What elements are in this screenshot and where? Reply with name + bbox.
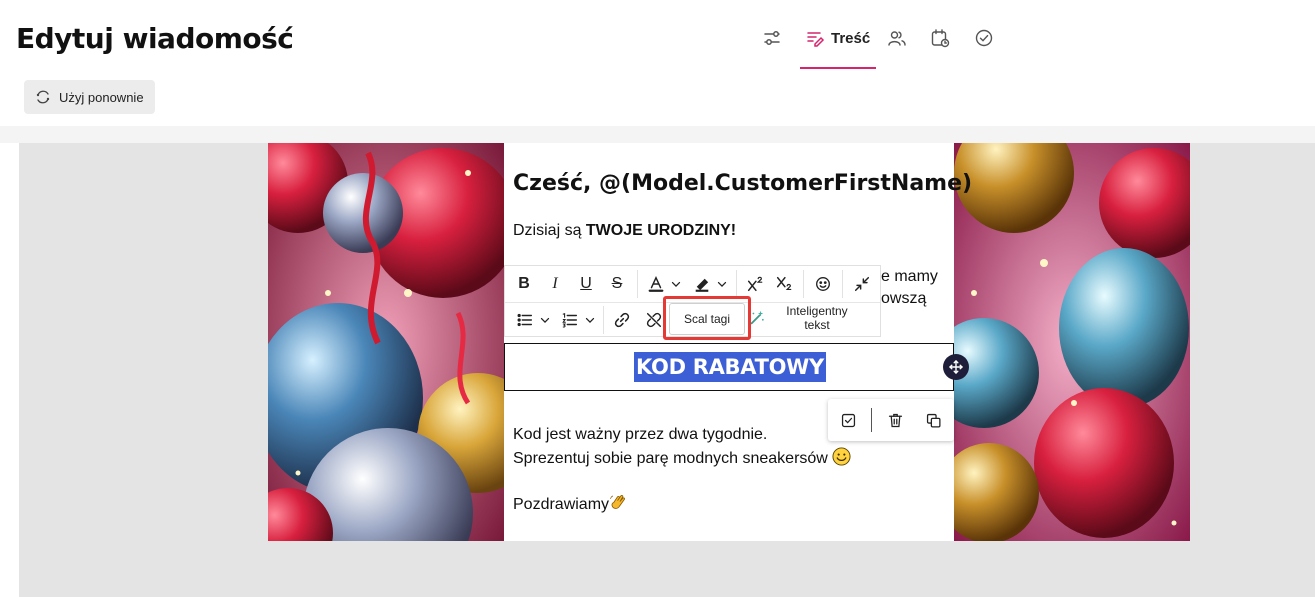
filters-icon: [764, 31, 780, 45]
bullet-list-icon: [517, 313, 533, 327]
canvas-top-strip: [0, 126, 1315, 143]
select-block-button[interactable]: [838, 410, 858, 430]
birthday-prefix: Dzisiaj są: [513, 222, 586, 239]
italic-button[interactable]: I: [542, 266, 568, 302]
smart-text-line2: tekst: [804, 318, 830, 332]
sparkle-icon: [750, 310, 764, 325]
step-content[interactable]: Treść: [805, 24, 870, 52]
move-handle[interactable]: [943, 354, 969, 380]
emoji-icon: [816, 277, 830, 291]
email-gift-line[interactable]: Sprezentuj sobie parę modnych sneakersów: [513, 447, 851, 468]
toolbar-divider: [603, 306, 604, 334]
bullet-list-button[interactable]: [513, 302, 555, 338]
chevron-down-icon: [585, 317, 595, 323]
email-content-area: [504, 143, 954, 541]
email-partial-line-2[interactable]: owszą: [881, 290, 926, 308]
emoji-button[interactable]: [810, 266, 836, 302]
reuse-icon: [36, 90, 50, 104]
page-title: Edytuj wiadomość: [16, 22, 294, 55]
italic-icon: I: [552, 275, 558, 292]
email-regards-line[interactable]: Pozdrawiamy: [513, 493, 628, 514]
smart-text-button[interactable]: Inteligentny tekst: [748, 301, 878, 335]
balloons-image-left: [268, 143, 504, 541]
check-circle-icon: [975, 29, 993, 47]
toolbar-divider: [842, 270, 843, 298]
step-content-label: Treść: [831, 29, 871, 47]
smart-text-line1: Inteligentny: [786, 304, 848, 318]
balloons-image-right: [954, 143, 1190, 541]
action-bar: [0, 70, 1315, 126]
step-filters[interactable]: [762, 24, 782, 52]
link-button[interactable]: [609, 302, 635, 338]
text-color-icon: [648, 275, 664, 292]
chevron-down-icon: [671, 281, 681, 287]
trash-icon: [888, 413, 902, 427]
toolbar-divider: [637, 270, 638, 298]
regards-text: Pozdrawiamy: [513, 496, 610, 513]
strikethrough-button[interactable]: S: [604, 266, 630, 302]
block-actions-popover: [828, 399, 954, 441]
duplicate-icon: [926, 413, 941, 428]
delete-block-button[interactable]: [885, 410, 905, 430]
toolbar-divider: [736, 270, 737, 298]
underline-button[interactable]: U: [573, 266, 599, 302]
birthday-bold: TWOJE URODZINY!: [585, 222, 737, 239]
numbered-list-icon: [562, 312, 578, 328]
actions-divider: [871, 408, 872, 432]
discount-code-text[interactable]: KOD RABATOWY: [634, 352, 826, 382]
step-recipients[interactable]: [887, 24, 907, 52]
unlink-icon: [646, 312, 662, 328]
merge-tags-highlight: [663, 296, 751, 340]
content-icon: [807, 32, 825, 47]
email-greeting[interactable]: Cześć, @(Model.CustomerFirstName): [513, 171, 972, 196]
move-icon: [949, 360, 963, 374]
subscript-button[interactable]: [771, 266, 797, 302]
email-validity-line[interactable]: Kod jest ważny przez dwa tygodnie.: [513, 426, 767, 444]
email-birthday-line[interactable]: Dzisiaj są TWOJE URODZINY!: [513, 222, 736, 240]
strikethrough-icon: S: [611, 275, 623, 292]
gift-text: Sprezentuj sobie parę modnych sneakersów: [513, 450, 828, 467]
schedule-icon: [931, 29, 950, 48]
smart-text-label: Inteligentny tekst: [772, 304, 862, 332]
select-icon: [841, 413, 855, 427]
reuse-label: Użyj ponownie: [59, 89, 144, 105]
numbered-list-button[interactable]: [558, 302, 600, 338]
subscript-icon: [776, 276, 792, 290]
collapse-button[interactable]: [849, 266, 875, 302]
underline-icon: U: [580, 275, 592, 292]
chevron-down-icon: [717, 281, 727, 287]
smile-emoji-icon: [832, 447, 851, 466]
active-step-underline: [800, 67, 876, 69]
waving-hand-icon: [610, 495, 625, 509]
toolbar-divider: [803, 270, 804, 298]
email-partial-line-1[interactable]: e mamy: [881, 268, 938, 286]
bold-icon: B: [518, 275, 530, 292]
duplicate-block-button[interactable]: [923, 410, 943, 430]
bold-button[interactable]: B: [511, 266, 537, 302]
reuse-button[interactable]: Użyj ponownie: [24, 80, 155, 114]
step-summary[interactable]: [974, 24, 994, 52]
superscript-icon: [747, 276, 763, 292]
link-icon: [614, 312, 630, 328]
highlight-color-icon: [695, 278, 709, 292]
users-icon: [888, 31, 906, 46]
collapse-icon: [854, 276, 870, 292]
step-schedule[interactable]: [930, 24, 950, 52]
chevron-down-icon: [540, 317, 550, 323]
